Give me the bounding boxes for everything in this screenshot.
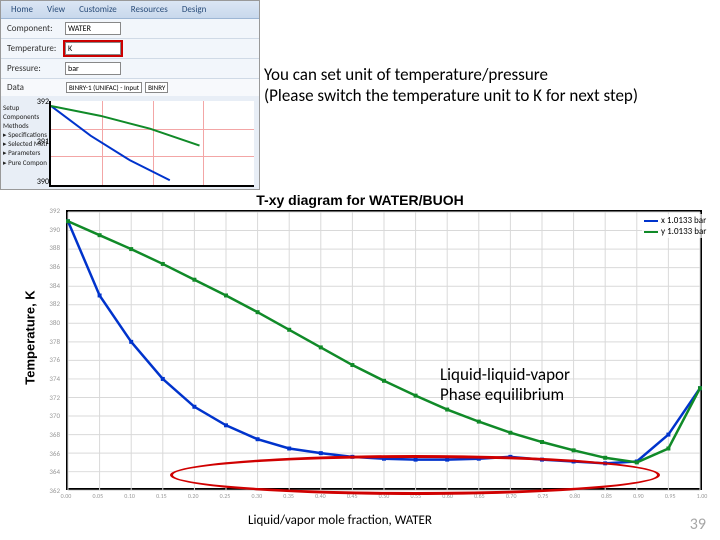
tree-item[interactable]: ▸ Parameters	[3, 148, 47, 157]
x-tick: 0.95	[665, 492, 676, 500]
ribbon-tab[interactable]: View	[43, 3, 69, 16]
simulation-tree: Setup Components Methods ▸ Specification…	[3, 103, 47, 167]
data-tab[interactable]: BINRY	[145, 82, 168, 93]
pressure-label: Pressure:	[7, 63, 63, 74]
aspen-ribbon-screenshot: Home View Customize Resources Design Com…	[0, 0, 260, 190]
ribbon-tabs: Home View Customize Resources Design	[1, 1, 259, 19]
x-axis-label: Liquid/vapor mole fraction, WATER	[0, 513, 680, 528]
tree-item[interactable]: Methods	[3, 121, 47, 130]
y-tick: 370	[49, 411, 60, 420]
legend-row: x 1.0133 bar	[644, 215, 712, 226]
phase-annotation: Liquid-liquid-vapor Phase equilibrium	[440, 365, 570, 404]
chart-svg	[68, 212, 700, 490]
temperature-dropdown[interactable]: K	[65, 42, 121, 55]
temperature-label: Temperature:	[7, 43, 63, 54]
x-tick: 0.10	[124, 492, 135, 500]
x-tick: 0.25	[220, 492, 231, 500]
tree-item[interactable]: ▸ Pure Components	[3, 158, 47, 167]
y-tick: 366	[49, 449, 60, 458]
y-tick: 372	[49, 393, 60, 402]
data-tab[interactable]: BINRY-1 (UNIFAC) - Input	[66, 82, 142, 93]
x-tick: 0.00	[61, 492, 72, 500]
mini-y-tick: 391	[37, 137, 51, 147]
y-tick: 392	[49, 206, 60, 215]
ribbon-tab[interactable]: Home	[7, 3, 37, 16]
x-tick: 0.35	[283, 492, 294, 500]
highlight-ellipse	[170, 455, 660, 495]
y-tick: 376	[49, 355, 60, 364]
annotation-line: Phase equilibrium	[440, 385, 570, 405]
note-line: You can set unit of temperature/pressure	[264, 64, 706, 85]
y-tick: 378	[49, 337, 60, 346]
x-tick: 0.20	[188, 492, 199, 500]
x-tick: 0.85	[601, 492, 612, 500]
legend-label: y 1.0133 bar	[661, 226, 706, 237]
legend-label: x 1.0133 bar	[661, 215, 706, 226]
slide-number: 39	[690, 515, 706, 534]
legend-row: y 1.0133 bar	[644, 226, 712, 237]
ribbon-tab[interactable]: Customize	[75, 3, 121, 16]
legend: x 1.0133 bar y 1.0133 bar	[642, 214, 714, 238]
y-tick: 380	[49, 318, 60, 327]
instruction-note: You can set unit of temperature/pressure…	[260, 62, 710, 109]
tree-item[interactable]: Components	[3, 112, 47, 121]
temperature-row: Temperature: K	[1, 39, 259, 59]
chart-title: T-xy diagram for WATER/BUOH	[0, 192, 720, 208]
x-tick: 1.00	[697, 492, 708, 500]
x-tick: 0.80	[569, 492, 580, 500]
data-tabs-row: Data BINRY-1 (UNIFAC) - Input BINRY	[1, 79, 259, 96]
mini-plot: 392 391 390	[49, 101, 254, 187]
annotation-line: Liquid-liquid-vapor	[440, 365, 570, 385]
y-tick: 382	[49, 299, 60, 308]
x-tick: 0.90	[633, 492, 644, 500]
mini-y-tick: 390	[37, 177, 51, 187]
x-tick: 0.15	[156, 492, 167, 500]
ribbon-tab[interactable]: Resources	[127, 3, 172, 16]
y-tick: 388	[49, 243, 60, 252]
note-line: (Please switch the temperature unit to K…	[264, 85, 706, 106]
ribbon-tab[interactable]: Design	[178, 3, 211, 16]
component-label: Component:	[7, 23, 63, 34]
x-tick: 0.75	[538, 492, 549, 500]
y-tick: 368	[49, 430, 60, 439]
txy-chart	[66, 210, 702, 490]
data-label: Data	[7, 82, 63, 93]
component-row: Component: WATER	[1, 19, 259, 39]
legend-swatch-green	[644, 231, 658, 233]
pressure-row: Pressure: bar	[1, 59, 259, 79]
y-tick: 362	[49, 486, 60, 495]
y-tick: 390	[49, 225, 60, 234]
x-tick: 0.05	[92, 492, 103, 500]
y-tick: 364	[49, 467, 60, 476]
y-tick: 374	[49, 374, 60, 383]
y-tick: 384	[49, 281, 60, 290]
legend-swatch-blue	[644, 220, 658, 222]
x-tick: 0.30	[251, 492, 262, 500]
y-ticks-container: 3623643663683703723743763783803823843863…	[0, 210, 64, 490]
pressure-dropdown[interactable]: bar	[65, 62, 121, 75]
y-tick: 386	[49, 262, 60, 271]
mini-y-tick: 392	[37, 97, 51, 107]
component-dropdown[interactable]: WATER	[65, 22, 121, 35]
